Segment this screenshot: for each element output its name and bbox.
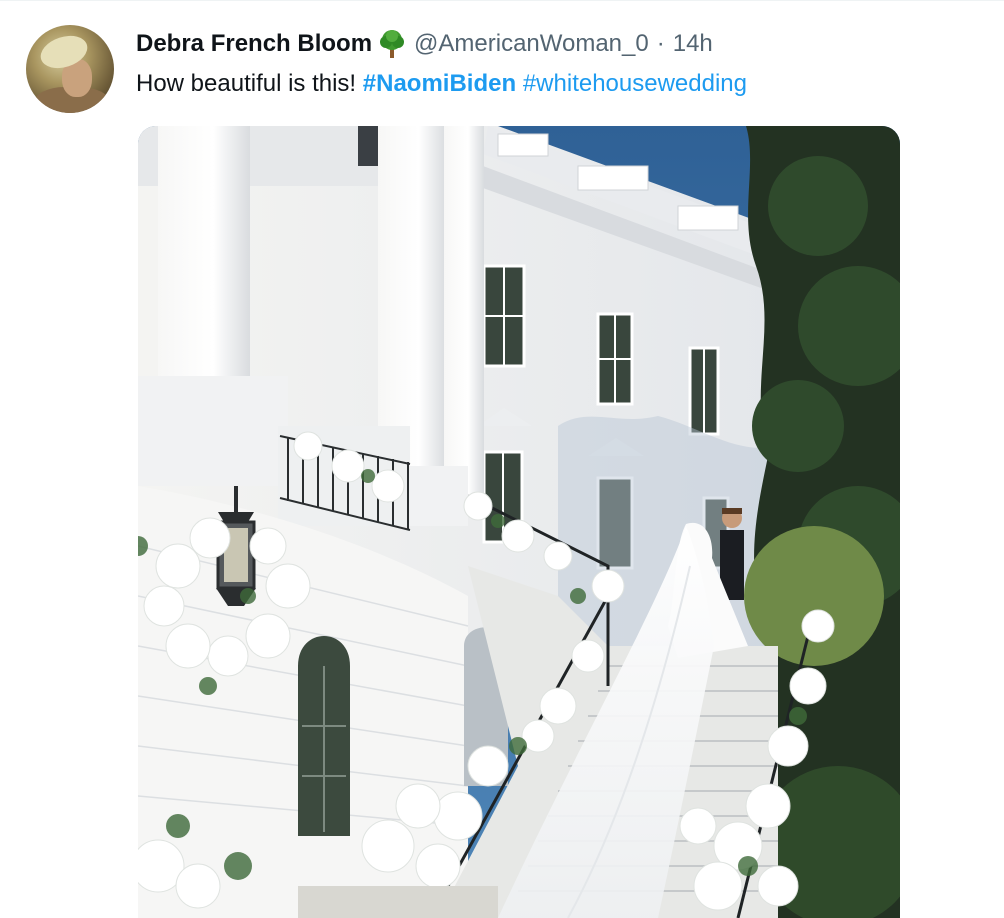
tweet-text: How beautiful is this! #NaomiBiden #whit… — [136, 68, 747, 100]
tweet-photo[interactable] — [138, 126, 900, 918]
tree-emoji-icon — [376, 28, 408, 60]
hashtag-naomibiden[interactable]: #NaomiBiden — [363, 70, 516, 97]
author-display-name[interactable]: Debra French Bloom — [136, 30, 372, 58]
author-handle[interactable]: @AmericanWoman_0 — [414, 30, 649, 58]
separator-dot: · — [656, 30, 665, 57]
tweet-timestamp[interactable]: 14h — [673, 30, 713, 58]
tweet-header: Debra French Bloom @AmericanWoman_0 · 14… — [136, 28, 713, 60]
author-avatar[interactable] — [26, 25, 114, 113]
photo-image — [138, 126, 900, 918]
tweet[interactable]: Debra French Bloom @AmericanWoman_0 · 14… — [0, 0, 1004, 918]
hashtag-whitehousewedding[interactable]: #whitehousewedding — [523, 70, 747, 97]
tweet-text-plain: How beautiful is this! — [136, 70, 363, 97]
